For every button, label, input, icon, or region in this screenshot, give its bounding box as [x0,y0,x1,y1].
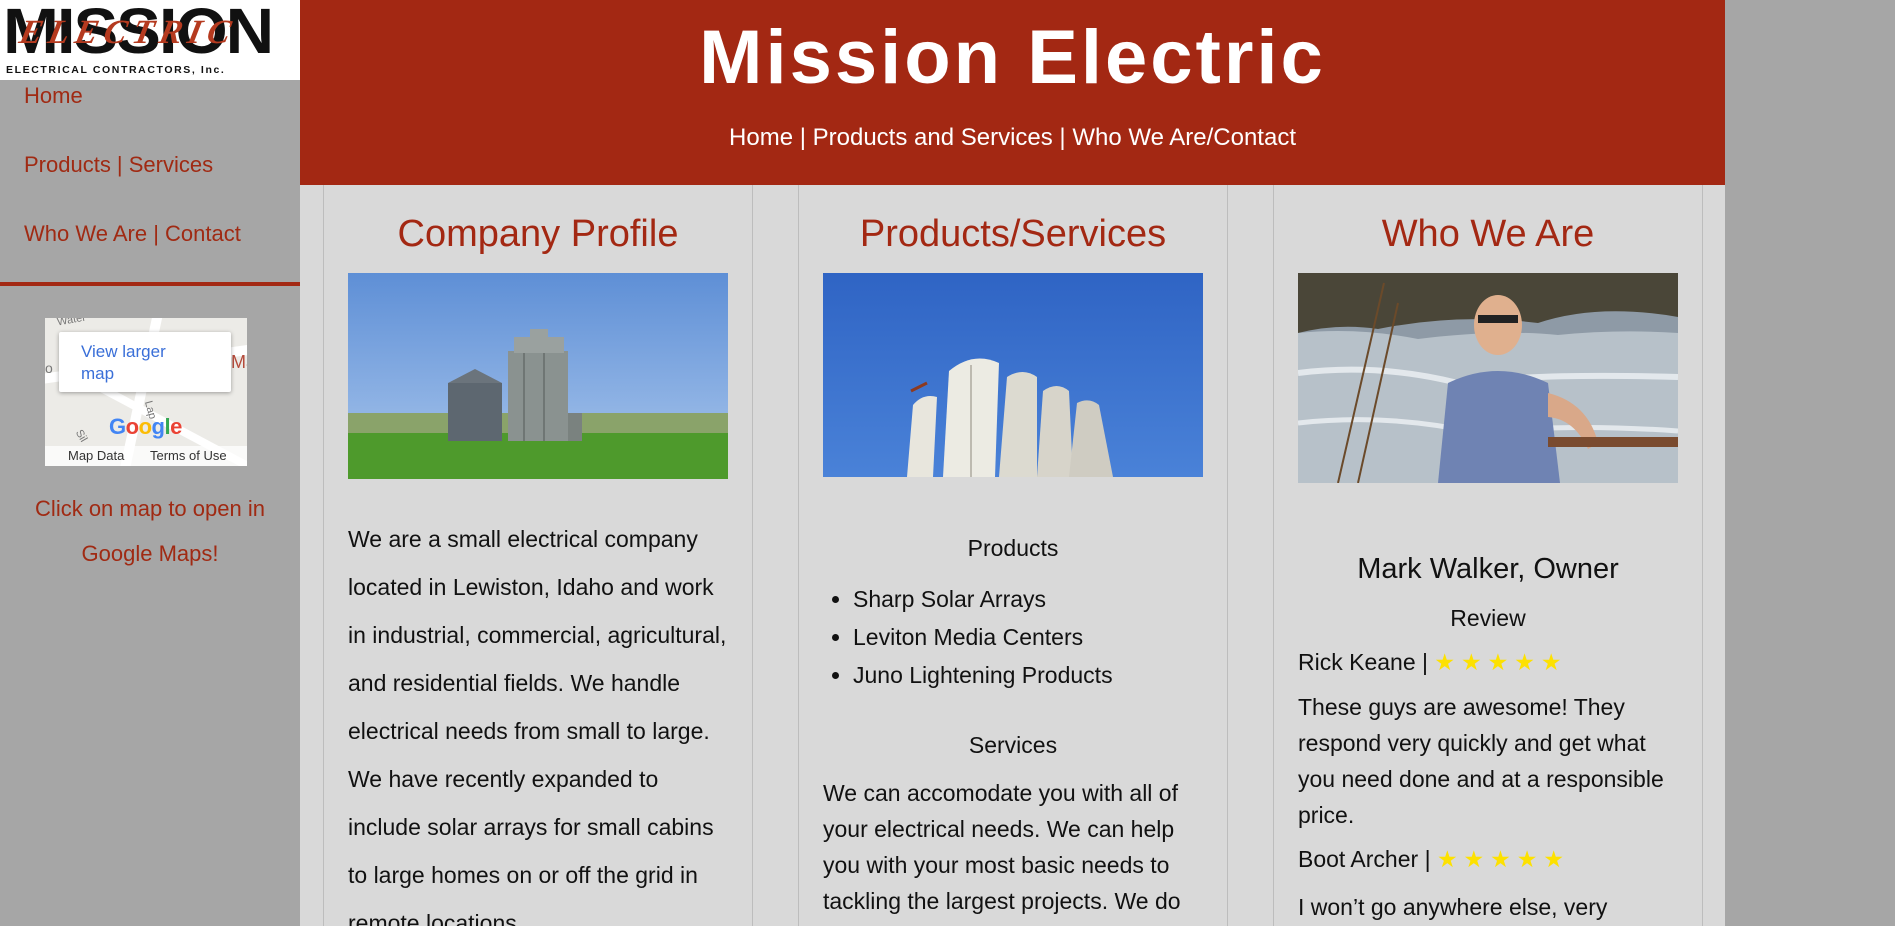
map-street-label: Water [56,318,87,329]
company-profile-heading: Company Profile [397,213,679,255]
review-text: I won’t go anywhere else, very [1298,894,1608,920]
company-profile-text: We are a small electrical company locate… [348,526,727,926]
review-heading: Review [1450,605,1526,631]
who-we-are-column: Who We Are Mark Walker, Owner Review Ric… [1273,185,1703,926]
embedded-map[interactable]: Water Lap Ma Sil o View larger map Googl… [45,318,247,466]
star-rating: ★★★★★ [1436,846,1571,872]
silos-photo [823,273,1203,477]
grain-elevator-photo [348,273,728,479]
map-data-link[interactable]: Map Data [68,448,124,463]
list-item: Sharp Solar Arrays [853,580,1203,618]
review-author: Rick Keane | ★★★★★ [1298,649,1678,676]
reviewer-name: Boot Archer | [1298,846,1431,872]
sidebar-link-products-services[interactable]: Products | Services [24,152,213,178]
company-logo[interactable]: MISSION ELECTRIC ELECTRICAL CONTRACTORS,… [0,0,300,80]
star-rating: ★★★★★ [1434,649,1568,675]
view-larger-map-card[interactable]: View larger map [59,332,231,392]
map-footer: Map Data Terms of Use [45,446,247,466]
page-background [1725,0,1895,926]
map-street-label: o [45,360,53,376]
nav-link-products-services[interactable]: Products and Services [813,124,1053,151]
products-list: Sharp Solar Arrays Leviton Media Centers… [823,580,1203,694]
map-hint-text[interactable]: Click on map to open in Google Maps! [20,486,280,576]
products-services-column: Products/Services Products • Sharp Solar… [798,185,1228,926]
products-services-heading: Products/Services [859,213,1167,255]
map-street-label: Sil [72,427,90,445]
sidebar-link-who-we-are-contact[interactable]: Who We Are | Contact [24,221,241,247]
sidebar-divider [0,282,300,286]
site-title: Mission Electric [699,15,1326,100]
map-terms-link[interactable]: Terms of Use [150,448,227,463]
list-item: Juno Lightening Products [853,656,1203,694]
header-nav: Home | Products and Services | Who We Ar… [300,124,1725,152]
logo-script-text: ELECTRIC [16,14,241,51]
products-subheading: Products [967,535,1059,561]
company-profile-column: Company Profile We are a small electrica… [323,185,753,926]
review-text: These guys are awesome! They respond ver… [1298,694,1664,828]
nav-link-who-we-are-contact[interactable]: Who We Are/Contact [1072,124,1296,151]
review-author: Boot Archer | ★★★★★ [1298,846,1678,873]
main-content: Company Profile We are a small electrica… [300,185,1725,926]
sidebar: MISSION ELECTRIC ELECTRICAL CONTRACTORS,… [0,0,300,926]
owner-name: Mark Walker, Owner [1357,553,1619,585]
services-subheading: Services [968,732,1058,758]
logo-tagline: ELECTRICAL CONTRACTORS, Inc. [6,64,226,76]
nav-separator: | [1052,124,1073,151]
sidebar-link-home[interactable]: Home [24,83,83,109]
site-header: Mission Electric Home | Products and Ser… [300,0,1725,185]
map-street-label: Ma [231,352,247,372]
nav-link-home[interactable]: Home [729,124,793,151]
services-text: We can accomodate you with all of your e… [823,780,1181,914]
who-we-are-heading: Who We Are [1381,213,1595,255]
reviewer-name: Rick Keane | [1298,649,1428,675]
owner-photo [1298,273,1678,483]
list-item: Leviton Media Centers [853,618,1203,656]
google-logo: Google [109,414,182,439]
view-larger-map-link[interactable]: View larger map [81,341,201,385]
nav-separator: | [793,124,813,151]
